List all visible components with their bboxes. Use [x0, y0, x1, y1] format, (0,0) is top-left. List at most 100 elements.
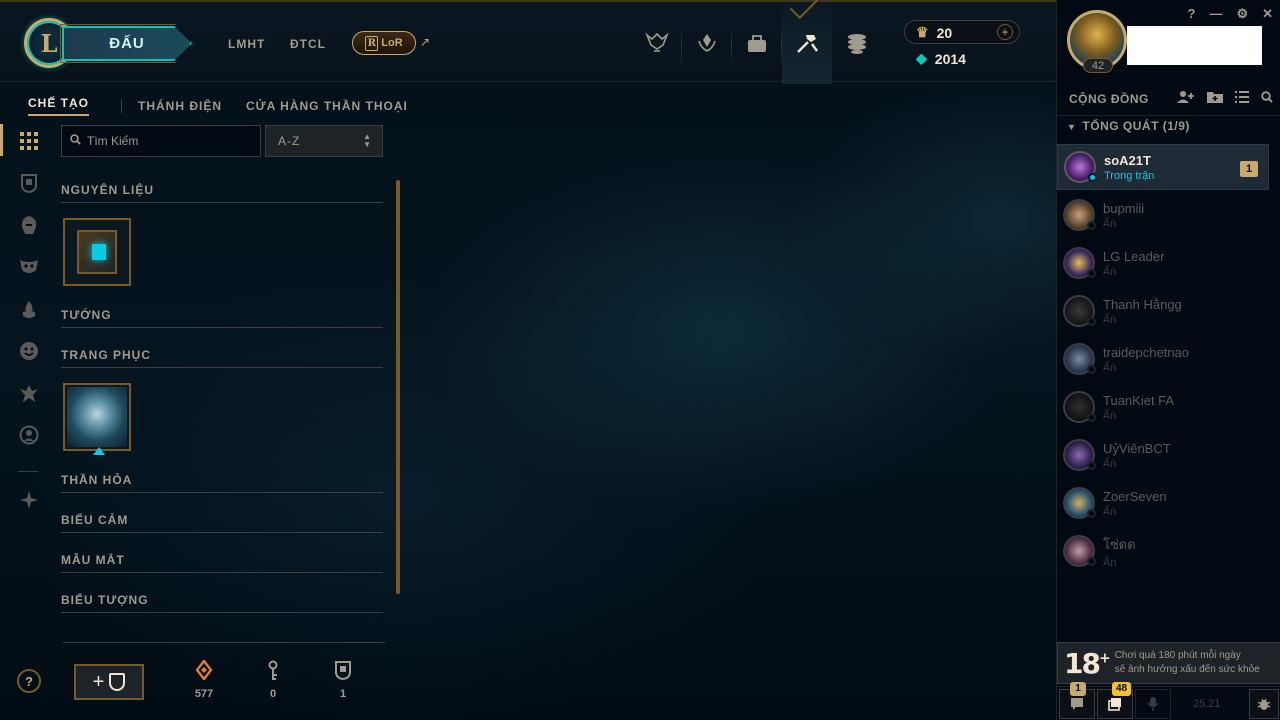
- nav-dtcl[interactable]: ĐTCL: [290, 37, 326, 51]
- friend-avatar: [1063, 199, 1096, 231]
- all-items-grid-icon[interactable]: [16, 128, 42, 154]
- friend-avatar: [1063, 487, 1096, 519]
- chest-filter-icon[interactable]: [16, 170, 42, 196]
- section-skins-label: TRANG PHỤC: [61, 348, 151, 362]
- add-plus-label: +: [92, 670, 105, 693]
- sort-arrows-icon: ▲ ▼: [363, 132, 372, 149]
- collection-icon[interactable]: [732, 2, 782, 84]
- status-dot: [1087, 317, 1096, 326]
- help-button[interactable]: ?: [17, 669, 41, 693]
- lor-r-icon: R: [365, 35, 379, 51]
- status-dot: [1087, 413, 1096, 422]
- tft-filter-icon[interactable]: [16, 487, 42, 513]
- friend-row[interactable]: โซ่ดด Ẩn: [1057, 528, 1269, 574]
- age-warning-text: Chơi quá 180 phút mỗi ngày sẽ ảnh hưởng …: [1115, 649, 1260, 677]
- loot-item-skin[interactable]: [63, 383, 131, 455]
- play-button[interactable]: ĐẤU: [62, 26, 192, 61]
- friend-name: ZoerSeven: [1103, 488, 1167, 504]
- status-dot: [1087, 461, 1096, 470]
- section-icons: BIỂU TƯỢNG: [61, 593, 383, 613]
- chest-gem: [92, 244, 106, 260]
- friend-group-label: TỔNG QUÁT (1/9): [1082, 119, 1190, 133]
- friend-row[interactable]: ZoerSeven Ẩn: [1057, 480, 1269, 526]
- friend-row[interactable]: LG Leader Ẩn: [1057, 240, 1269, 286]
- client-window: L ĐẤU LMHT ĐTCL R LoR ↗ ♛ 20 + ◆ 2014 CH…: [0, 0, 1280, 720]
- list-view-icon[interactable]: [1235, 90, 1249, 107]
- loot-scrollbar[interactable]: [396, 180, 400, 594]
- add-folder-icon[interactable]: [1207, 90, 1223, 107]
- status-dot: [1087, 221, 1096, 230]
- loot-item-chest[interactable]: [63, 218, 131, 286]
- search-input[interactable]: [87, 134, 257, 148]
- friend-avatar: [1063, 535, 1096, 567]
- champion-filter-icon[interactable]: [16, 212, 42, 238]
- sort-dropdown[interactable]: A-Z ▲ ▼: [265, 125, 383, 157]
- ranked-icon[interactable]: [682, 2, 732, 84]
- settings-gear-icon[interactable]: ⚙: [1236, 6, 1248, 22]
- friend-status: Ẩn: [1103, 265, 1117, 278]
- friend-row[interactable]: Thanh Hằngg Ẩn: [1057, 288, 1269, 334]
- friend-name: โซ่ดด: [1103, 536, 1136, 552]
- missions-button[interactable]: 48: [1097, 681, 1133, 719]
- friend-name: bupmiii: [1103, 200, 1145, 216]
- profile-name-redacted: [1127, 26, 1262, 65]
- rail-active-indicator: [0, 124, 3, 156]
- close-button[interactable]: ✕: [1262, 6, 1273, 22]
- friend-status: Ẩn: [1103, 556, 1117, 569]
- status-dot: [1087, 365, 1096, 374]
- section-chromas: MẪU MẮT: [61, 553, 383, 573]
- worlds-trophy-icon[interactable]: [632, 2, 682, 84]
- friend-avatar: [1064, 151, 1097, 183]
- friend-row[interactable]: UỷViênBCT Ẩn: [1057, 432, 1269, 478]
- friend-row[interactable]: soA21T Trong trận 1: [1057, 144, 1269, 190]
- friend-avatar: [1063, 343, 1096, 375]
- add-friend-icon[interactable]: [1177, 90, 1195, 107]
- chest-shield-icon: [109, 673, 126, 691]
- profile-header: 42 ? — ⚙ ✕: [1057, 0, 1280, 82]
- friend-group-header[interactable]: ▼ TỔNG QUÁT (1/9): [1067, 119, 1190, 133]
- bug-report-icon[interactable]: [1249, 688, 1279, 719]
- social-header: CỘNG ĐỒNG: [1057, 82, 1280, 116]
- key-icon: [253, 660, 293, 682]
- search-friends-icon[interactable]: [1261, 90, 1273, 107]
- skin-rarity-icon: [93, 447, 105, 455]
- loot-search[interactable]: [61, 125, 261, 157]
- top-bar: L ĐẤU LMHT ĐTCL R LoR ↗ ♛ 20 + ◆ 2014: [0, 0, 1056, 84]
- friend-row[interactable]: traidepchetnao Ẩn: [1057, 336, 1269, 382]
- lor-button[interactable]: R LoR: [352, 31, 416, 55]
- tab-crafting[interactable]: CHẾ TẠO: [28, 96, 89, 116]
- ward-filter-icon[interactable]: [16, 297, 42, 323]
- add-chest-button[interactable]: +: [74, 664, 144, 700]
- blue-essence-icon: ◆: [916, 50, 927, 66]
- tab-mythic-shop[interactable]: CỬA HÀNG THẦN THOẠI: [246, 99, 408, 113]
- section-emotes: BIỂU CẢM: [61, 513, 383, 533]
- friend-name: LG Leader: [1103, 248, 1165, 264]
- voice-mic-icon[interactable]: [1135, 688, 1171, 719]
- store-icon[interactable]: [832, 2, 882, 84]
- status-dot: [1087, 269, 1096, 278]
- tab-sanctum[interactable]: THÁNH ĐIỆN: [138, 99, 222, 113]
- orange-essence-value: 577: [194, 688, 214, 700]
- emote-filter-icon[interactable]: [16, 338, 42, 364]
- skin-filter-icon[interactable]: [16, 254, 42, 280]
- nav-lmht[interactable]: LMHT: [228, 37, 265, 51]
- chat-button[interactable]: 1: [1059, 681, 1095, 719]
- icon-filter-icon[interactable]: [16, 422, 42, 448]
- age-warning-line1: Chơi quá 180 phút mỗi ngày: [1114, 650, 1241, 661]
- section-divider: [61, 327, 383, 328]
- blue-essence: ◆ 2014: [916, 50, 966, 67]
- buy-rp-button[interactable]: +: [997, 24, 1013, 40]
- crafting-icon[interactable]: [782, 2, 832, 84]
- missions-count-badge: 48: [1112, 681, 1132, 696]
- friend-row[interactable]: TuanKiet FA Ẩn: [1057, 384, 1269, 430]
- help-window-button[interactable]: ?: [1187, 6, 1195, 22]
- friend-row[interactable]: bupmiii Ẩn: [1057, 192, 1269, 238]
- client-version: 25.21: [1193, 697, 1221, 710]
- section-materials-label: NGUYÊN LIỆU: [61, 183, 155, 197]
- eternals-filter-icon[interactable]: [16, 380, 42, 406]
- friend-status: Ẩn: [1103, 217, 1117, 230]
- riot-points-value: 20: [936, 24, 953, 41]
- section-divider: [61, 532, 383, 533]
- minimize-button[interactable]: —: [1209, 6, 1222, 22]
- social-actions: [1177, 90, 1273, 107]
